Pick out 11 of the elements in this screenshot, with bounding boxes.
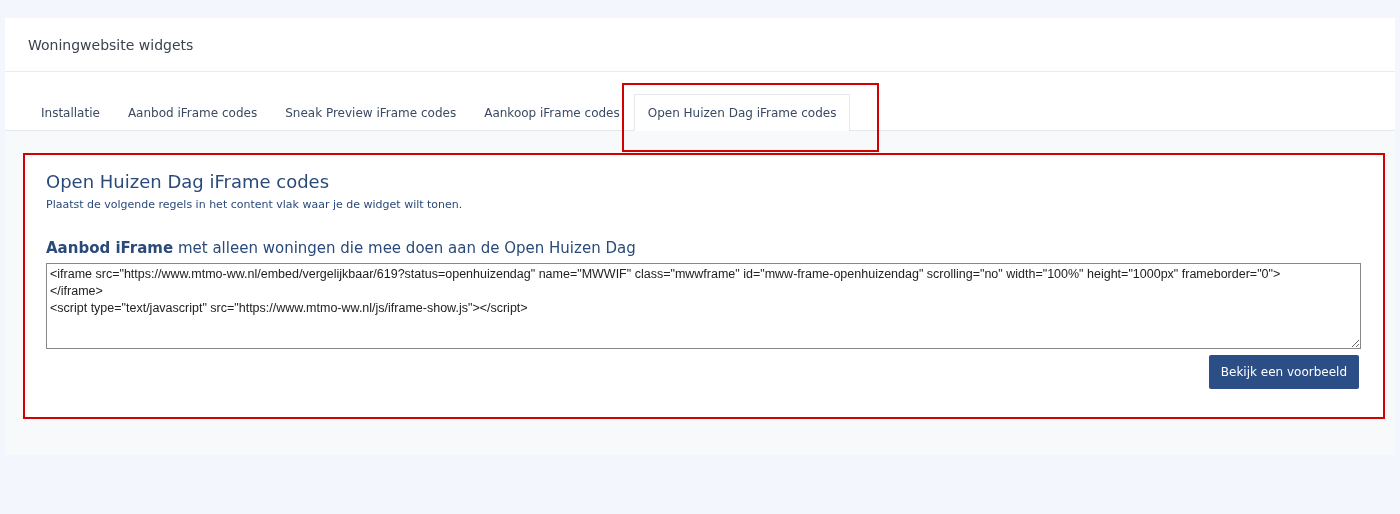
tab[interactable]: Open Huizen Dag iFrame codes bbox=[633, 94, 851, 131]
tab[interactable]: Sneak Preview iFrame codes bbox=[271, 94, 471, 130]
code-label: Aanbod iFrame met alleen woningen die mee doen aan de Open Huizen Dag bbox=[46, 239, 637, 257]
instruction-text: Plaatst de volgende regels in het content vlak waar je de widget wilt tonen. bbox=[46, 198, 464, 211]
page-title: Woningwebsite widgets bbox=[28, 36, 194, 53]
section-heading: Open Huizen Dag iFrame codes bbox=[46, 171, 331, 192]
tab[interactable]: Installatie bbox=[27, 94, 114, 130]
code-field[interactable]: <iframe src="https://www.mtmo-ww.nl/embed/vergelijkbaar/619?status=openhuizendag" name="MWWIF" class="mwwframe" id="mww-frame-openhuizendag" scrolling="no" width="100%" height="1000px" frameborder="0"> </iframe> <script type="text/javascript" src="https://www.mtmo-ww.nl/js/iframe-show.js"></script> bbox=[46, 263, 1361, 349]
preview-button[interactable]: Bekijk een voorbeeld bbox=[1208, 355, 1359, 389]
tab[interactable]: Aanbod iFrame codes bbox=[113, 94, 272, 130]
tab[interactable]: Aankoop iFrame codes bbox=[470, 94, 634, 130]
